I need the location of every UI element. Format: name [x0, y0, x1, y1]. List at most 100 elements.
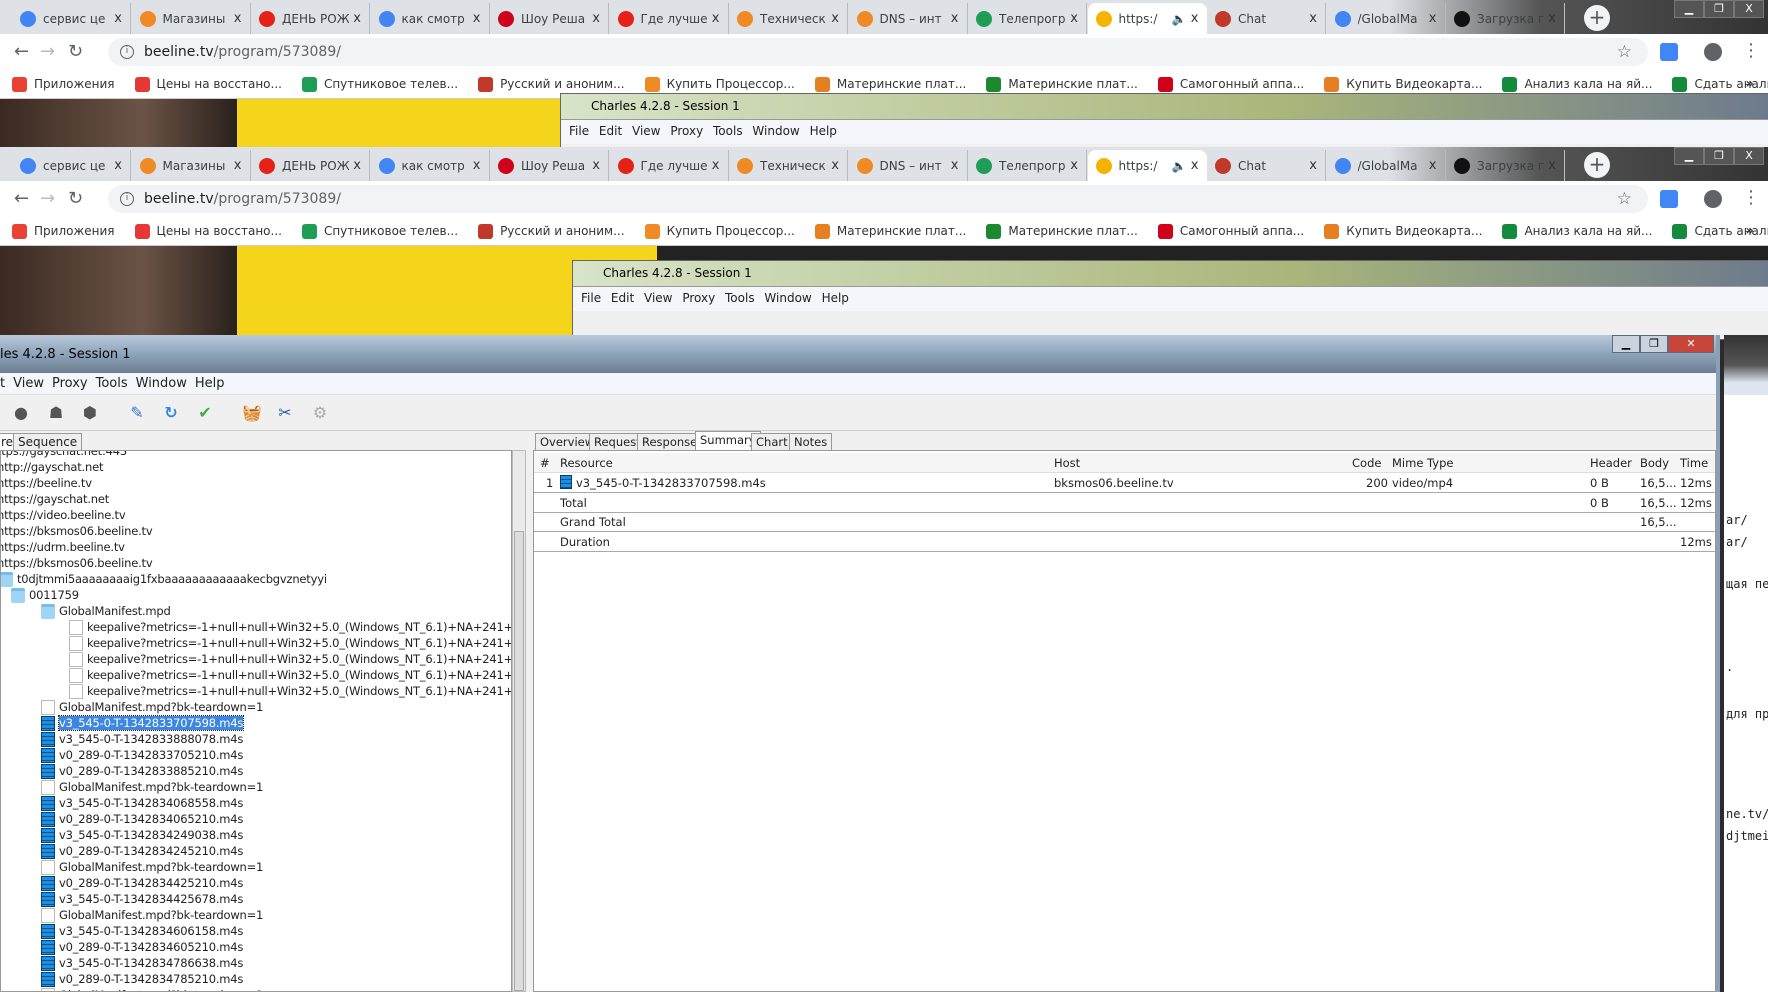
tab-close-icon[interactable]: x: [1309, 158, 1317, 173]
compose-pen-icon[interactable]: ✎: [127, 403, 147, 423]
tree-row[interactable]: t0djtmmi5aaaaaaaaig1fxbaaaaaaaaaaaakecbg…: [1, 571, 327, 587]
tab-close-icon[interactable]: x: [353, 158, 361, 173]
browser-tab[interactable]: Магазины x: [132, 3, 251, 34]
audio-icon[interactable]: 🔈: [1172, 12, 1187, 26]
audio-icon[interactable]: 🔈: [1172, 159, 1187, 173]
tree-row[interactable]: v3_545-0-T-1342834786638.m4s: [41, 955, 243, 971]
bookmark-item[interactable]: Цены на восстано...: [134, 76, 282, 92]
bookmark-item[interactable]: Анализ кала на яй...: [1502, 76, 1652, 92]
minimize-button[interactable]: ▁: [1674, 0, 1704, 18]
profile-avatar-icon[interactable]: [1704, 43, 1722, 61]
tree-row[interactable]: https://gayschat.net: [1, 491, 109, 507]
menu-proxy[interactable]: Proxy: [682, 291, 715, 305]
tree-row[interactable]: v3_545-0-T-1342834249038.m4s: [41, 827, 243, 843]
tree-row[interactable]: 0011759: [11, 587, 79, 603]
tree-row[interactable]: keepalive?metrics=-1+null+null+Win32+5.0…: [69, 667, 511, 683]
browser-tab[interactable]: Где лучше x: [610, 150, 729, 181]
new-tab-button[interactable]: +: [1584, 5, 1610, 31]
tree-row[interactable]: https://udrm.beeline.tv: [1, 539, 125, 555]
browser-tab[interactable]: Шоу Реша x: [490, 3, 609, 34]
translate-extension-icon[interactable]: [1660, 43, 1678, 61]
back-icon[interactable]: ←: [14, 188, 29, 209]
bookmark-item[interactable]: Самогонный аппа...: [1157, 223, 1304, 239]
bookmark-item[interactable]: Спутниковое телев...: [301, 223, 458, 239]
tree-row[interactable]: v0_289-0-T-1342834245210.m4s: [41, 843, 243, 859]
bookmark-item[interactable]: Спутниковое телев...: [301, 76, 458, 92]
table-row[interactable]: Total 0 B 16,5... 12ms: [534, 493, 1715, 513]
tree-row[interactable]: v3_545-0-T-1342834068558.m4s: [41, 795, 243, 811]
browser-tab[interactable]: Chat x: [1207, 150, 1326, 181]
tab-close-icon[interactable]: x: [353, 11, 361, 26]
tab-close-icon[interactable]: x: [712, 158, 720, 173]
tree-row[interactable]: keepalive?metrics=-1+null+null+Win32+5.0…: [69, 619, 511, 635]
close-button[interactable]: ✕: [1668, 335, 1714, 353]
tree-row[interactable]: v3_545-0-T-1342833888078.m4s: [41, 731, 243, 747]
close-button[interactable]: X: [1734, 0, 1764, 18]
bookmark-star-icon[interactable]: ☆: [1617, 189, 1632, 209]
tab-close-icon[interactable]: x: [712, 11, 720, 26]
title-bar[interactable]: les 4.2.8 - Session 1 ▁ ❐ ✕: [0, 335, 1716, 373]
tree-row[interactable]: v3_545-0-T-1342834425678.m4s: [41, 891, 243, 907]
menu-window[interactable]: Window: [752, 124, 799, 138]
menu-help[interactable]: Help: [195, 376, 225, 391]
browser-tab[interactable]: Телепрогр x: [968, 150, 1087, 181]
bookmark-item[interactable]: Материнские плат...: [986, 76, 1138, 92]
maximize-button[interactable]: ❐: [1640, 335, 1668, 353]
browser-tab[interactable]: Загрузка гx: [1446, 3, 1565, 34]
tree-row[interactable]: v0_289-0-T-1342833885210.m4s: [41, 763, 243, 779]
tab-close-icon[interactable]: x: [831, 158, 839, 173]
address-bar[interactable]: i beeline.tv/program/573089/ ☆: [108, 38, 1648, 66]
menu-file[interactable]: File: [581, 291, 601, 305]
kebab-menu-icon[interactable]: ⋮: [1742, 187, 1760, 208]
bookmark-item[interactable]: Самогонный аппа...: [1157, 76, 1304, 92]
record-icon[interactable]: ●: [11, 403, 31, 423]
bookmark-item[interactable]: Русский и аноним...: [478, 223, 625, 239]
menu-proxy[interactable]: Proxy: [670, 124, 703, 138]
menu-window[interactable]: Window: [136, 376, 187, 391]
browser-tab[interactable]: ДЕНЬ РОЖ x: [251, 150, 370, 181]
browser-tab[interactable]: Техническ x: [729, 150, 848, 181]
menu-view[interactable]: View: [13, 376, 44, 391]
tree-row[interactable]: https://bksmos06.beeline.tv: [1, 523, 153, 539]
tab-close-icon[interactable]: x: [114, 158, 122, 173]
more-bookmarks-icon[interactable]: »: [1745, 223, 1754, 239]
tab-close-icon[interactable]: x: [831, 11, 839, 26]
column-header[interactable]: Mime Type: [1392, 456, 1453, 470]
address-bar[interactable]: i beeline.tv/program/573089/ ☆: [108, 185, 1648, 213]
menu-view[interactable]: View: [632, 124, 660, 138]
bookmark-item[interactable]: Приложения: [12, 76, 115, 92]
tree-row[interactable]: https://beeline.tv: [1, 475, 92, 491]
tree-row[interactable]: keepalive?metrics=-1+null+null+Win32+5.0…: [69, 683, 511, 699]
translate-extension-icon[interactable]: [1660, 190, 1678, 208]
tab-close-icon[interactable]: x: [473, 158, 481, 173]
bookmark-item[interactable]: Материнские плат...: [814, 76, 966, 92]
browser-tab[interactable]: Chat x: [1207, 3, 1326, 34]
browser-tab[interactable]: DNS – инт x: [849, 3, 968, 34]
tree-row[interactable]: ttps://gayschat.net:443: [1, 451, 127, 459]
new-tab-button[interactable]: +: [1584, 152, 1610, 178]
tree-row[interactable]: keepalive?metrics=-1+null+null+Win32+5.0…: [69, 635, 511, 651]
reload-icon[interactable]: ↻: [68, 41, 83, 62]
bookmark-item[interactable]: Русский и аноним...: [478, 76, 625, 92]
menu-edit[interactable]: Edit: [599, 124, 622, 138]
maximize-button[interactable]: ❐: [1704, 0, 1734, 18]
bookmark-item[interactable]: Цены на восстано...: [134, 223, 282, 239]
tab-close-icon[interactable]: x: [1070, 158, 1078, 173]
forward-icon[interactable]: →: [40, 188, 55, 209]
menu-t[interactable]: t: [0, 376, 5, 391]
basket-icon[interactable]: 🧺: [242, 403, 262, 423]
bookmark-item[interactable]: Купить Видеокарта...: [1324, 76, 1482, 92]
browser-tab[interactable]: /GlobalMa x: [1327, 3, 1446, 34]
browser-tab[interactable]: сервис це x: [12, 150, 131, 181]
tab-close-icon[interactable]: x: [951, 158, 959, 173]
tree-row[interactable]: v0_289-0-T-1342834065210.m4s: [41, 811, 243, 827]
menu-proxy[interactable]: Proxy: [52, 376, 88, 391]
bookmark-item[interactable]: Материнские плат...: [986, 223, 1138, 239]
column-header[interactable]: Body: [1640, 456, 1669, 470]
column-header[interactable]: Resource: [560, 456, 613, 470]
browser-tab[interactable]: Шоу Реша x: [490, 150, 609, 181]
browser-tab[interactable]: https:/ 🔈 x: [1087, 150, 1207, 181]
menu-help[interactable]: Help: [810, 124, 837, 138]
tree-row[interactable]: http://gayschat.net: [1, 459, 103, 475]
column-header[interactable]: Time: [1680, 456, 1708, 470]
